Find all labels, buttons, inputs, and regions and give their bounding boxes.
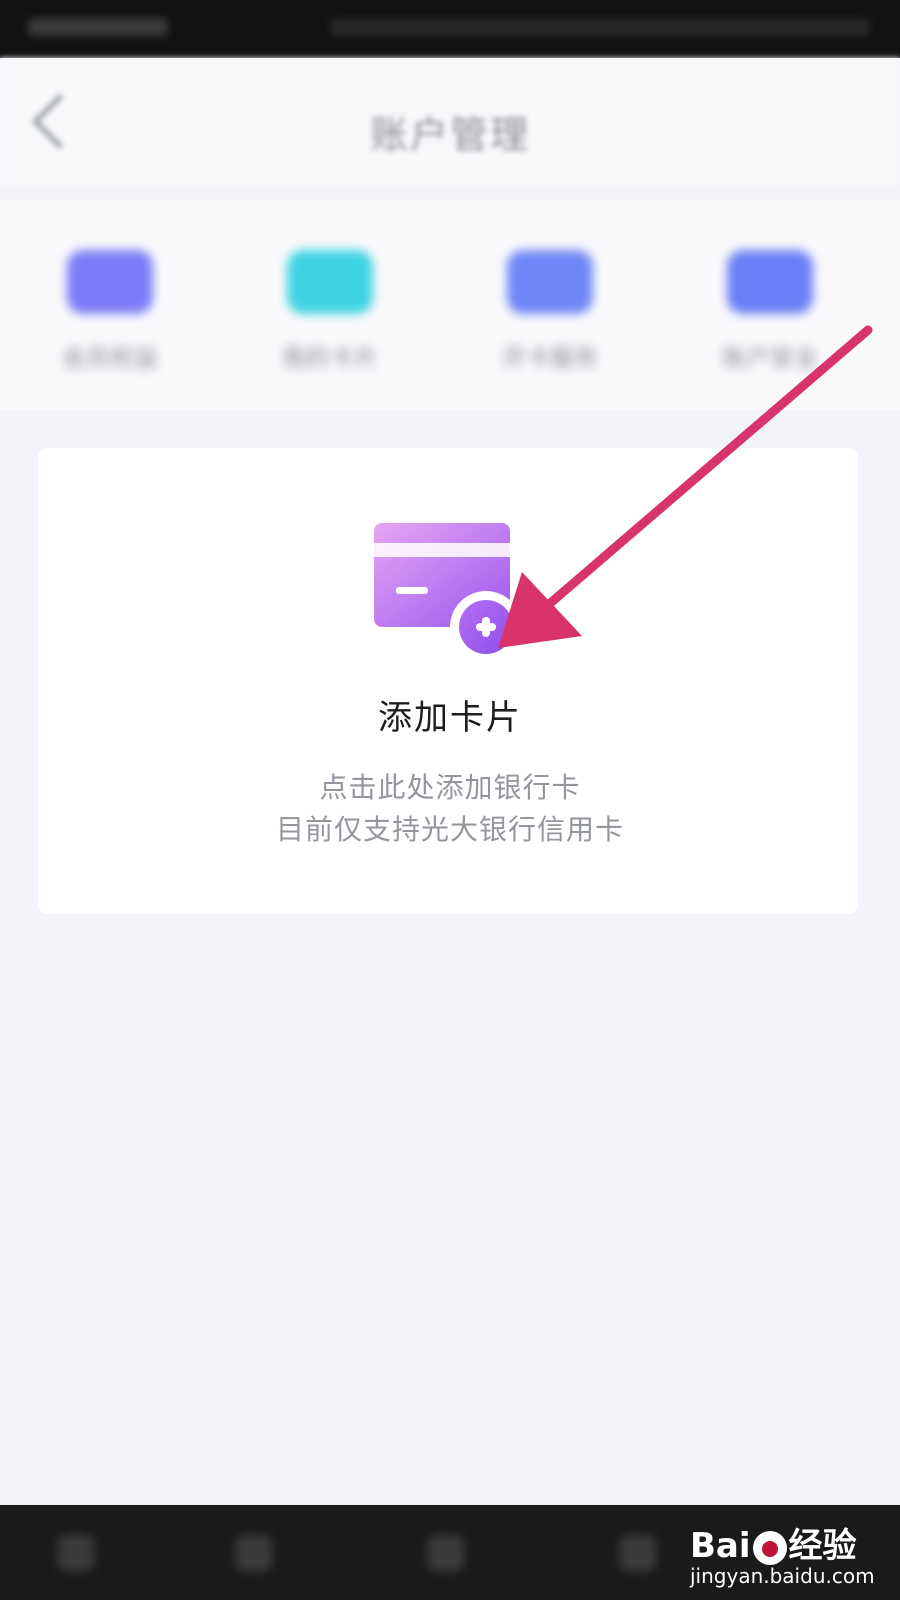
add-card-description: 点击此处添加银行卡 [319, 771, 581, 804]
quick-action-3[interactable]: 账户安全 [660, 200, 880, 410]
quick-actions: 会员权益 我的卡片 开卡服务 账户安全 [0, 200, 900, 410]
quick-action-label: 会员权益 [62, 344, 158, 372]
quick-action-icon [727, 250, 813, 314]
page-title: 账户管理 [369, 113, 530, 157]
quick-action-label: 账户安全 [722, 344, 818, 372]
paw-icon [752, 1530, 787, 1565]
status-bar [0, 0, 900, 58]
quick-action-1[interactable]: 我的卡片 [220, 200, 440, 410]
add-card-title: 添加卡片 [378, 698, 522, 738]
quick-action-2[interactable]: 开卡服务 [440, 200, 660, 410]
nav-service-icon[interactable] [428, 1535, 464, 1571]
nav-mine-icon[interactable] [620, 1535, 656, 1571]
watermark-url: jingyan.baidu.com [690, 1564, 875, 1588]
nav-bar: 账户管理 [0, 58, 900, 186]
add-card-icon[interactable] [374, 523, 524, 663]
quick-action-0[interactable]: 会员权益 [0, 200, 220, 410]
carrier-info [28, 18, 168, 36]
nav-cards-icon[interactable] [236, 1535, 272, 1571]
quick-action-icon [287, 250, 373, 314]
nav-home-icon[interactable] [58, 1535, 94, 1571]
add-card-note: 目前仅支持光大银行信用卡 [275, 813, 624, 846]
quick-action-icon [507, 250, 593, 314]
quick-action-label: 我的卡片 [282, 344, 378, 372]
watermark-brand: Bai 经验 [690, 1526, 857, 1566]
status-icons [330, 18, 870, 36]
quick-action-icon [67, 250, 153, 314]
baidu-jingyan-watermark: Bai 经验 jingyan.baidu.com [690, 1518, 890, 1598]
quick-action-label: 开卡服务 [502, 344, 598, 372]
